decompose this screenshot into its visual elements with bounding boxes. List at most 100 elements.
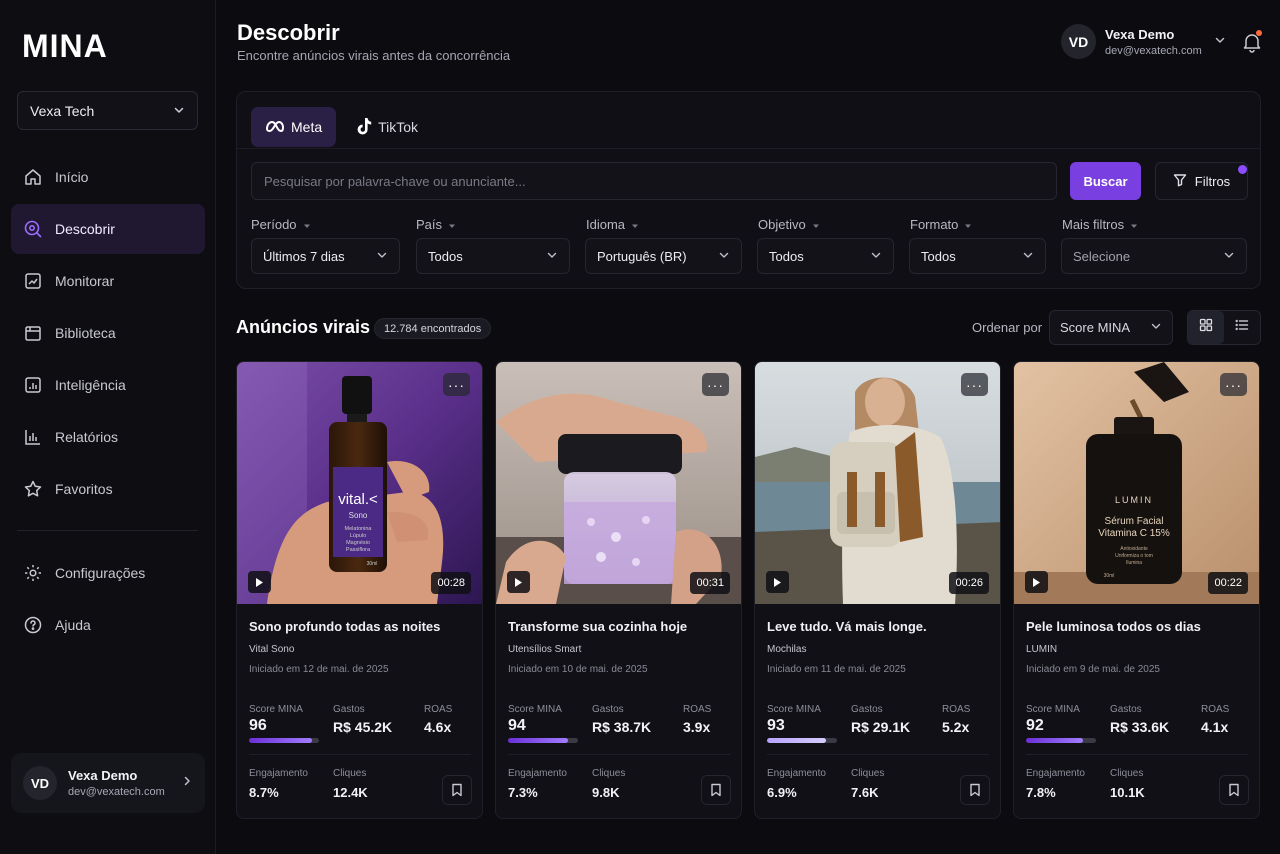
chevron-down-icon [718,249,730,264]
formato-select[interactable]: Todos [909,238,1046,274]
more-options-button[interactable]: ··· [1220,373,1247,396]
clicks-value: 10.1K [1110,785,1145,800]
score-bar-fill [508,738,569,743]
user-email: dev@vexatech.com [1105,44,1202,57]
play-button[interactable] [507,571,530,593]
panel-divider [237,148,1260,149]
select-value: Todos [428,248,463,264]
score-value: 92 [1026,717,1044,734]
play-button[interactable] [766,571,789,593]
thumb-text: Sono [349,511,368,520]
bookmark-button[interactable] [1219,775,1249,805]
sidebar-user-card[interactable]: VD Vexa Demo dev@vexatech.com [11,753,205,813]
mais-filtros-select[interactable]: Selecione [1061,238,1247,274]
chevron-down-icon [1022,249,1034,264]
spend-label: Gastos [1110,704,1142,715]
ad-card[interactable]: ··· 00:26 Leve tudo. Vá mais longe. Moch… [754,361,1001,819]
ad-card[interactable]: ··· 00:31 Transforme sua cozinha hoje Ut… [495,361,742,819]
play-button[interactable] [248,571,271,593]
filter-label-idioma: Idioma [586,217,639,232]
filter-label-objetivo: Objetivo [758,217,820,232]
thumb-text: Passiflora [346,547,371,553]
score-label: Score MINA [249,704,303,715]
search-button[interactable]: Buscar [1070,162,1141,200]
ad-brand: Utensílios Smart [508,644,582,655]
ad-thumbnail[interactable]: ··· 00:26 [755,362,1000,604]
engagement-label: Engajamento [249,768,308,779]
video-duration: 00:22 [1208,572,1248,594]
monitor-icon [23,271,43,291]
ad-thumbnail[interactable]: LUMIN Sérum Facial Vitamina C 15% Antiox… [1014,362,1259,604]
caret-down-icon [631,217,639,232]
list-view-button[interactable] [1224,311,1260,344]
ad-thumbnail[interactable]: ··· 00:31 [496,362,741,604]
spend-label: Gastos [851,704,883,715]
user-email: dev@vexatech.com [68,786,165,798]
tab-meta[interactable]: Meta [251,107,337,147]
select-value: Português (BR) [597,248,687,264]
sidebar-item-monitorar[interactable]: Monitorar [11,256,205,306]
more-options-button[interactable]: ··· [961,373,988,396]
grid-view-button[interactable] [1188,311,1224,344]
sidebar-item-ajuda[interactable]: Ajuda [11,600,205,650]
app-logo[interactable]: MINA [22,28,108,65]
filter-label-text: Formato [910,217,959,232]
sidebar-item-descobrir[interactable]: Descobrir [11,204,205,254]
app-root: MINA Vexa Tech Início Descobrir Monitora… [0,0,1280,854]
score-label: Score MINA [767,704,821,715]
ad-card[interactable]: LUMIN Sérum Facial Vitamina C 15% Antiox… [1013,361,1260,819]
bookmark-icon [970,783,980,797]
sidebar-item-relatorios[interactable]: Relatórios [11,412,205,462]
sidebar-item-inteligencia[interactable]: Inteligência [11,360,205,410]
filter-label-pais: País [416,217,456,232]
reports-icon [23,427,43,447]
thumb-text: Uniformiza o tom [1115,553,1153,559]
video-duration: 00:31 [690,572,730,594]
user-menu[interactable]: VD Vexa Demo dev@vexatech.com [1061,24,1226,59]
sidebar-bottom-nav: Configurações Ajuda [11,548,205,652]
search-input[interactable] [251,162,1057,200]
ad-start-date: Iniciado em 10 de mai. de 2025 [508,664,648,675]
more-options-button[interactable]: ··· [702,373,729,396]
thumb-text: Lúpulo [350,533,367,539]
pais-select[interactable]: Todos [416,238,570,274]
sidebar: MINA Vexa Tech Início Descobrir Monitora… [0,0,216,854]
card-divider [767,754,989,755]
ad-card[interactable]: vital.< Sono Melatonina Lúpulo Magnésio … [236,361,483,819]
filters-button[interactable]: Filtros [1155,162,1248,200]
sidebar-item-biblioteca[interactable]: Biblioteca [11,308,205,358]
filter-icon [1173,173,1187,190]
sidebar-item-inicio[interactable]: Início [11,152,205,202]
engagement-value: 7.8% [1026,785,1056,800]
play-icon [1033,577,1040,587]
clicks-value: 12.4K [333,785,368,800]
sidebar-item-configuracoes[interactable]: Configurações [11,548,205,598]
bookmark-button[interactable] [960,775,990,805]
sort-select[interactable]: Score MINA [1049,310,1173,345]
user-info: Vexa Demo dev@vexatech.com [1105,27,1202,57]
sort-value: Score MINA [1060,320,1131,335]
idioma-select[interactable]: Português (BR) [585,238,742,274]
ad-thumbnail[interactable]: vital.< Sono Melatonina Lúpulo Magnésio … [237,362,482,604]
tab-tiktok[interactable]: TikTok [342,107,432,147]
roas-label: ROAS [942,704,971,715]
caret-down-icon [448,217,456,232]
workspace-select[interactable]: Vexa Tech [17,91,198,130]
thumb-text: Sérum Facial [1105,516,1164,527]
bookmark-button[interactable] [701,775,731,805]
bookmark-button[interactable] [442,775,472,805]
chevron-right-icon [181,774,193,792]
home-icon [23,167,43,187]
score-bar [249,738,319,743]
more-options-button[interactable]: ··· [443,373,470,396]
objetivo-select[interactable]: Todos [757,238,894,274]
sidebar-item-favoritos[interactable]: Favoritos [11,464,205,514]
view-toggle [1187,310,1261,345]
periodo-select[interactable]: Últimos 7 dias [251,238,400,274]
spend-label: Gastos [333,704,365,715]
engagement-value: 7.3% [508,785,538,800]
bookmark-icon [711,783,721,797]
play-button[interactable] [1025,571,1048,593]
list-icon [1235,318,1249,337]
chevron-down-icon [870,249,882,264]
